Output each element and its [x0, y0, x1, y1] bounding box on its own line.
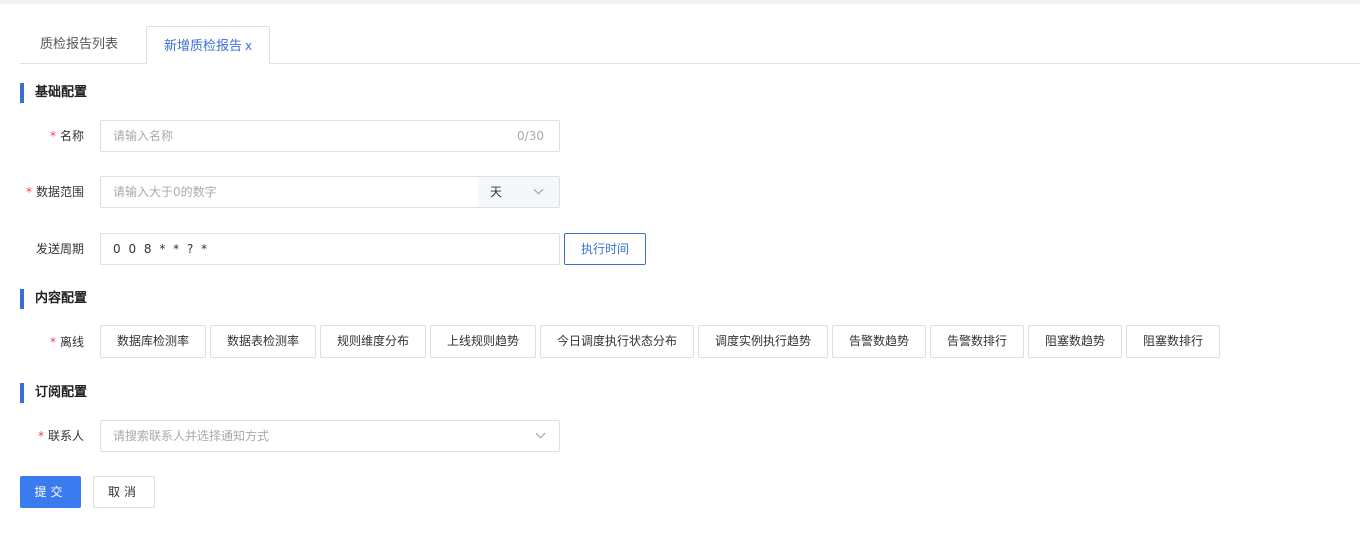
close-icon[interactable]: x [245, 39, 252, 53]
tab-report-list[interactable]: 质检报告列表 [20, 26, 146, 64]
required-mark: * [37, 429, 44, 443]
chevron-down-icon [533, 184, 544, 195]
name-input[interactable]: 请输入名称 0/30 [100, 120, 560, 152]
label-text: 联系人 [47, 429, 84, 443]
execution-time-button[interactable]: 执行时间 [564, 233, 646, 265]
unit-value: 天 [490, 185, 503, 199]
section-title-content: 内容配置 [20, 289, 87, 309]
required-mark: * [49, 335, 56, 349]
contact-label: * 联系人 [0, 420, 84, 452]
tab-new-report[interactable]: 新增质检报告 x [146, 26, 270, 64]
required-mark: * [49, 129, 56, 143]
top-bar [0, 0, 1360, 4]
tab-label: 质检报告列表 [40, 37, 119, 52]
section-title-subscribe: 订阅配置 [20, 383, 87, 403]
chip-block-ranking[interactable]: 阻塞数排行 [1126, 325, 1220, 358]
cancel-button[interactable]: 取消 [93, 476, 155, 508]
chip-rule-dimension[interactable]: 规则维度分布 [320, 325, 426, 358]
char-counter: 0/30 [517, 129, 544, 143]
data-range-input[interactable]: 请输入大于0的数字 [100, 176, 479, 208]
chevron-down-icon [535, 428, 546, 439]
name-placeholder: 请输入名称 [113, 129, 174, 143]
section-title-basic: 基础配置 [20, 83, 87, 103]
chip-table-detect-rate[interactable]: 数据表检测率 [210, 325, 316, 358]
offline-label: * 离线 [0, 326, 84, 358]
unit-select[interactable]: 天 [478, 176, 560, 208]
label-text: 名称 [59, 129, 84, 143]
label-text: 发送周期 [35, 242, 84, 256]
send-cycle-input[interactable]: 0 0 8 * * ? * [100, 233, 560, 265]
chip-db-detect-rate[interactable]: 数据库检测率 [100, 325, 206, 358]
send-cycle-label: 发送周期 [0, 233, 84, 265]
chip-today-schedule-status[interactable]: 今日调度执行状态分布 [540, 325, 694, 358]
submit-button[interactable]: 提交 [20, 476, 81, 508]
data-range-placeholder: 请输入大于0的数字 [113, 185, 217, 199]
label-text: 数据范围 [35, 185, 84, 199]
label-text: 离线 [59, 335, 84, 349]
tab-bar: 质检报告列表 新增质检报告 x [20, 26, 1360, 64]
required-mark: * [25, 185, 32, 199]
chip-online-rule-trend[interactable]: 上线规则趋势 [430, 325, 536, 358]
contact-select[interactable]: 请搜索联系人并选择通知方式 [100, 420, 560, 452]
name-label: * 名称 [0, 120, 84, 152]
chip-schedule-instance-trend[interactable]: 调度实例执行趋势 [698, 325, 828, 358]
chip-alert-ranking[interactable]: 告警数排行 [930, 325, 1024, 358]
chip-block-trend[interactable]: 阻塞数趋势 [1028, 325, 1122, 358]
chip-alert-trend[interactable]: 告警数趋势 [832, 325, 926, 358]
cron-value: 0 0 8 * * ? * [113, 242, 210, 256]
tab-label: 新增质检报告 [164, 39, 243, 54]
data-range-label: * 数据范围 [0, 176, 84, 208]
contact-placeholder: 请搜索联系人并选择通知方式 [113, 429, 270, 443]
